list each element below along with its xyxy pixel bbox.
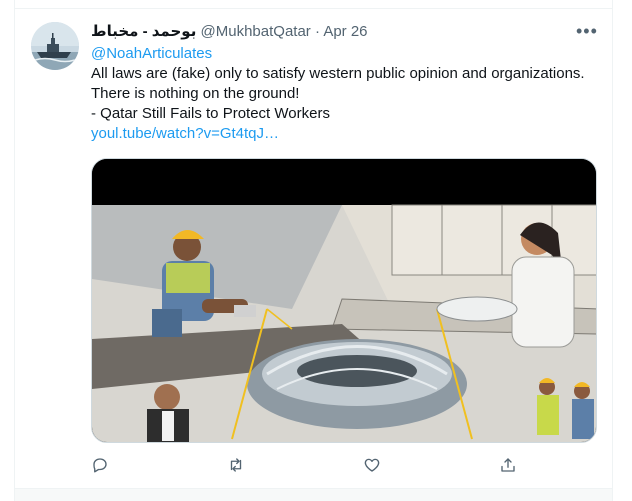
illustration-image xyxy=(92,159,596,442)
like-icon[interactable] xyxy=(363,456,383,476)
tweet-header: بوحمد - مخباط @MukhbatQatar · Apr 26 xyxy=(91,22,600,42)
media-preview[interactable] xyxy=(91,158,597,443)
tweet-actions xyxy=(87,456,547,476)
separator-dot: · xyxy=(314,23,320,40)
retweet-icon[interactable] xyxy=(227,456,247,476)
tweet-link[interactable]: youl.tube/watch?v=Gt4tqJ… xyxy=(91,124,601,144)
user-handle[interactable]: @MukhbatQatar xyxy=(201,23,311,40)
tweet-text-line: All laws are (fake) only to satisfy west… xyxy=(91,65,585,82)
tweet-content: @NoahArticulates All laws are (fake) onl… xyxy=(91,44,601,144)
display-name[interactable]: بوحمد - مخباط xyxy=(91,23,196,40)
tweet-date[interactable]: Apr 26 xyxy=(323,23,367,40)
tweet-card[interactable]: بوحمد - مخباط @MukhbatQatar · Apr 26 •••… xyxy=(14,0,613,501)
tweet-text-line: - Qatar Still Fails to Protect Workers xyxy=(91,105,330,122)
tweet-text-line: There is nothing on the ground! xyxy=(91,85,300,102)
avatar[interactable] xyxy=(31,22,79,70)
more-options-icon[interactable]: ••• xyxy=(576,22,597,40)
reply-mention[interactable]: @NoahArticulates xyxy=(91,44,601,64)
divider xyxy=(15,8,612,9)
share-icon[interactable] xyxy=(499,456,519,476)
next-tweet-edge xyxy=(15,488,612,501)
reply-icon[interactable] xyxy=(91,456,111,476)
